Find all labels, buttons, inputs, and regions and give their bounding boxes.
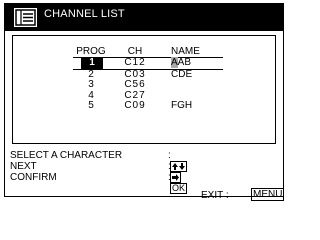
table-row[interactable]: 2 C03 CDE [73, 68, 223, 81]
table-row[interactable]: 5 C09 FGH [73, 100, 223, 112]
exit-label: EXIT : [201, 190, 229, 201]
channel-name-field[interactable]: AAB [171, 57, 223, 69]
confirm-label: CONFIRM [10, 172, 57, 183]
column-header-ch: CH [127, 46, 143, 57]
channel-list-screen: CHANNEL LIST PROG CH NAME 1 C12 AAB 2 C0… [4, 3, 285, 201]
name-rest: AB [177, 57, 192, 68]
channel-code: C56 [124, 79, 146, 90]
channel-code: C12 [124, 57, 146, 68]
prog-number: 3 [88, 79, 94, 90]
channel-code: C09 [124, 100, 146, 111]
table-row[interactable]: 4 C27 [73, 90, 223, 102]
guide-colon: : [168, 161, 171, 172]
table-header-row: PROG CH NAME [73, 46, 223, 58]
channel-table: PROG CH NAME 1 C12 AAB 2 C03 CDE 3 C56 4 [73, 46, 223, 112]
channel-name: FGH [171, 100, 193, 111]
channel-table-panel: PROG CH NAME 1 C12 AAB 2 C03 CDE 3 C56 4 [12, 35, 276, 144]
column-header-prog: PROG [76, 46, 106, 57]
guide-colon: : [168, 150, 171, 161]
table-row[interactable]: 3 C56 [73, 79, 223, 91]
column-header-name: NAME [171, 46, 200, 57]
next-label: NEXT [10, 161, 37, 172]
table-row-selected[interactable]: 1 C12 AAB [73, 57, 223, 70]
prog-number: 5 [88, 100, 94, 111]
channel-name: CDE [171, 68, 193, 80]
guide-colon: : [168, 172, 171, 183]
menu-button[interactable]: MENU [251, 188, 285, 201]
header-bar: CHANNEL LIST [5, 4, 283, 31]
ok-button[interactable]: OK [170, 183, 188, 194]
page-title: CHANNEL LIST [44, 8, 125, 20]
channel-list-icon [14, 8, 37, 27]
name-cursor-char[interactable]: A [171, 57, 178, 68]
prog-number: 1 [81, 57, 103, 69]
select-character-label: SELECT A CHARACTER [10, 150, 123, 161]
